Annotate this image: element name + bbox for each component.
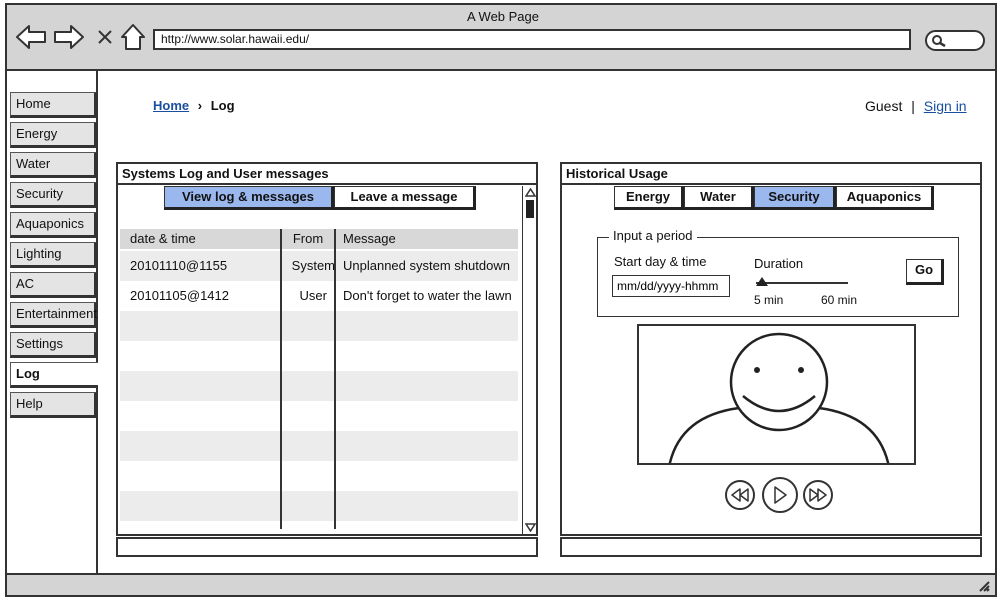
tab-view-log[interactable]: View log & messages [164,186,334,210]
window-title: A Web Page [466,9,540,24]
start-time-label: Start day & time [614,254,707,269]
sidebar-item-log[interactable]: Log [10,362,98,388]
user-separator: | [911,98,915,114]
camera-video-frame[interactable] [637,324,916,465]
sidebar-item-water[interactable]: Water [10,152,97,178]
sidebar-item-aquaponics[interactable]: Aquaponics [10,212,97,238]
rewind-icon [731,488,749,502]
tab-leave-message[interactable]: Leave a message [334,186,476,210]
scroll-down-arrow-icon[interactable] [525,523,536,532]
tab-security[interactable]: Security [754,186,836,210]
log-scrollbar[interactable] [522,186,537,536]
sidebar-item-settings[interactable]: Settings [10,332,97,358]
table-row-empty [120,431,518,461]
go-button[interactable]: Go [906,259,944,285]
duration-slider[interactable] [756,282,848,284]
sidebar-item-energy[interactable]: Energy [10,122,97,148]
sidebar-item-help[interactable]: Help [10,392,97,418]
sidebar-item-entertainment[interactable]: Entertainment [10,302,97,328]
sidebar-item-lighting[interactable]: Lighting [10,242,97,268]
resize-grip-icon[interactable] [977,579,991,593]
fast-forward-icon [809,488,827,502]
table-row[interactable]: 20101110@1155 System Unplanned system sh… [120,251,518,281]
breadcrumb-home-link[interactable]: Home [153,98,189,113]
browser-search-field[interactable] [925,30,985,51]
sidebar-item-ac[interactable]: AC [10,272,97,298]
duration-max-label: 60 min [821,293,858,307]
play-button[interactable] [762,477,798,513]
person-placeholder-icon [668,332,890,463]
sidebar-item-security[interactable]: Security [10,182,97,208]
duration-slider-thumb[interactable] [756,277,768,286]
log-panel-footer [116,537,538,557]
column-header-from[interactable]: From [281,229,335,249]
scrollbar-thumb[interactable] [526,200,534,218]
history-panel-title: Historical Usage [562,164,980,185]
rewind-button[interactable] [725,480,755,510]
cell-datetime: 20101110@1155 [130,258,228,273]
address-bar[interactable]: http://www.solar.hawaii.edu/ [153,29,911,50]
scroll-up-arrow-icon[interactable] [525,188,536,197]
cell-datetime: 20101105@1412 [130,288,229,303]
user-name: Guest [865,98,903,114]
cell-message: Unplanned system shutdown [343,258,510,273]
tab-energy[interactable]: Energy [614,186,684,210]
table-row-empty [120,371,518,401]
table-row-empty [120,401,518,431]
column-header-datetime[interactable]: date & time [120,229,281,249]
tab-aquaponics[interactable]: Aquaponics [836,186,934,210]
user-area: Guest | Sign in [865,98,967,114]
column-header-message[interactable]: Message [335,229,518,249]
home-icon[interactable] [116,20,150,54]
log-panel-title: Systems Log and User messages [118,164,536,185]
table-row-empty [120,341,518,371]
table-row-empty [120,311,518,341]
column-divider [334,229,336,529]
status-bar [5,573,997,597]
back-arrow-icon[interactable] [14,20,48,54]
sign-in-link[interactable]: Sign in [924,98,967,114]
breadcrumb: Home › Log [153,98,235,113]
duration-min-label: 5 min [754,293,784,307]
period-legend: Input a period [609,228,697,243]
duration-label: Duration [754,256,804,271]
breadcrumb-separator: › [197,98,203,113]
cell-message: Don't forget to water the lawn [343,288,512,303]
table-row-empty [120,491,518,521]
table-row-empty [120,461,518,491]
fast-forward-button[interactable] [803,480,833,510]
forward-arrow-icon[interactable] [52,20,86,54]
history-panel-footer [560,537,982,557]
search-icon [932,35,946,48]
play-icon [774,486,787,504]
tab-water[interactable]: Water [684,186,754,210]
start-time-input[interactable] [612,275,730,297]
breadcrumb-current: Log [210,98,235,113]
cell-from: User [299,288,327,303]
column-divider [280,229,282,529]
table-row[interactable]: 20101105@1412 User Don't forget to water… [120,281,518,311]
cell-from: System [291,258,335,273]
sidebar-item-home[interactable]: Home [10,92,97,118]
